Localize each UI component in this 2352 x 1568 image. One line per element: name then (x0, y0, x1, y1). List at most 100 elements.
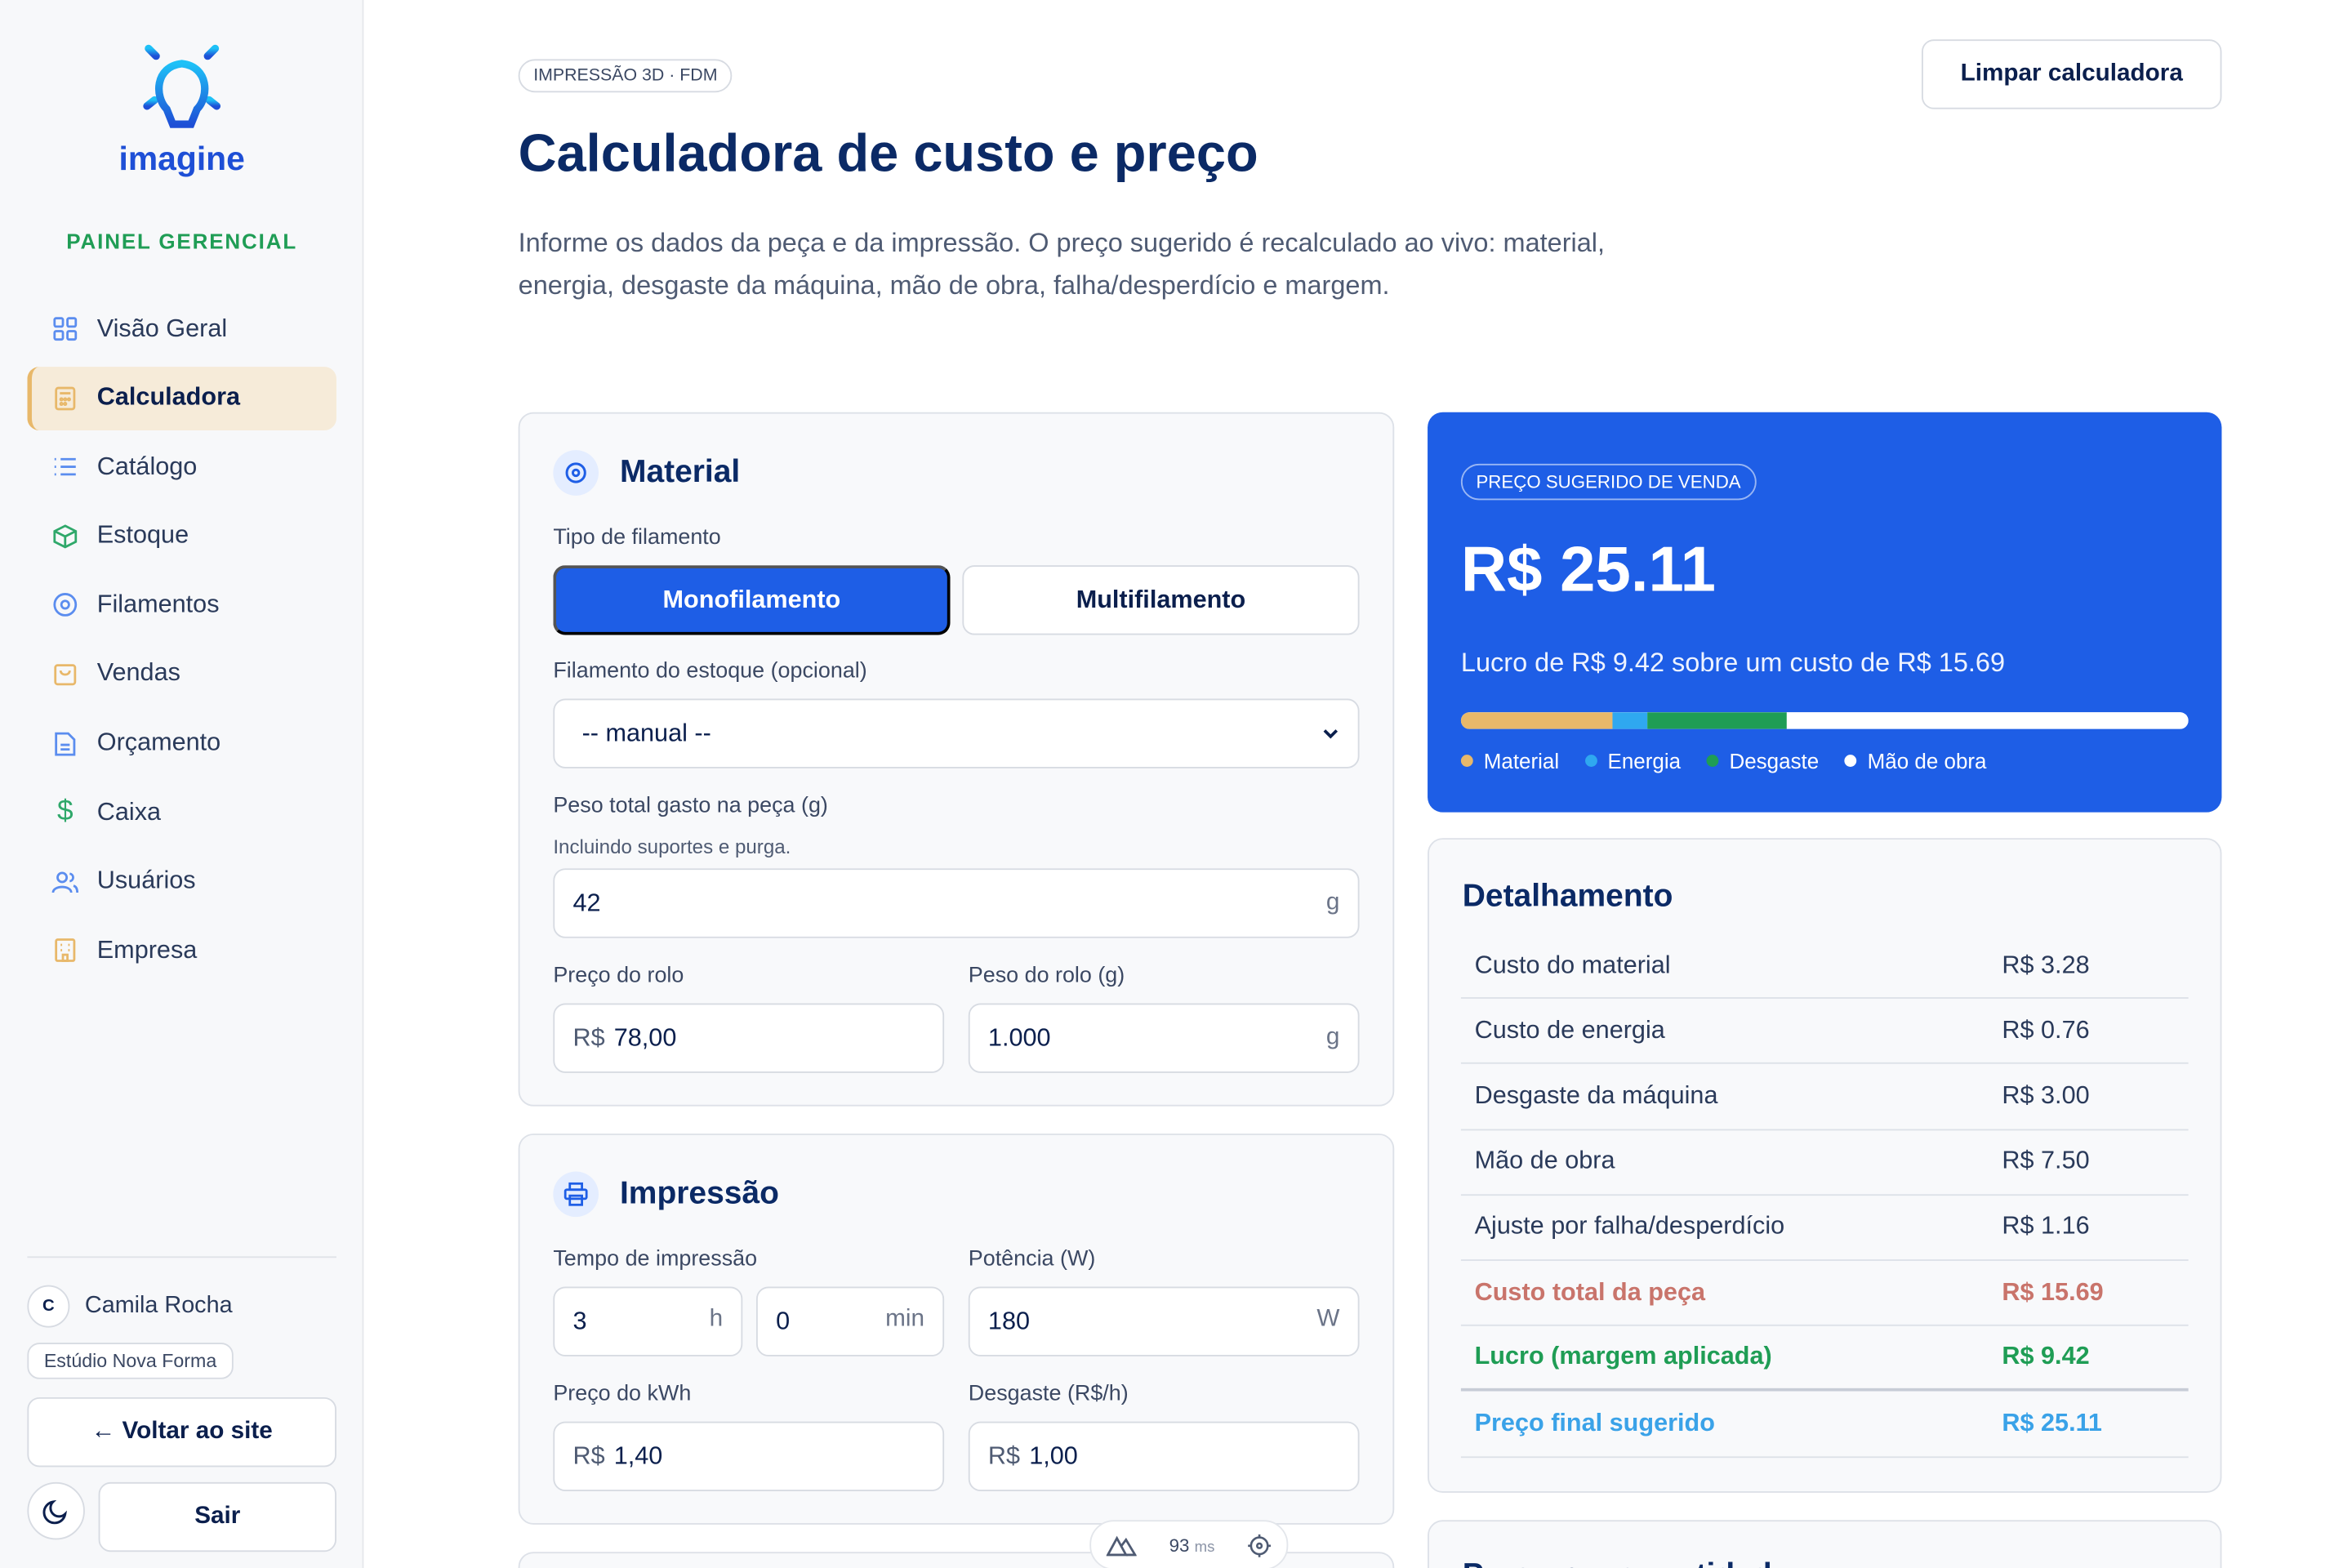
weight-unit: g (1325, 889, 1340, 915)
sidebar-item-catalogo[interactable]: Catálogo (27, 435, 336, 499)
page-title: Calculadora de custo e preço (518, 124, 1258, 184)
wear-input[interactable]: R$ 1,00 (968, 1421, 1360, 1492)
crosshair-icon[interactable] (1247, 1533, 1272, 1557)
legend-energia: Energia (1584, 749, 1681, 773)
app-root: imagine PAINEL GERENCIAL Visão Geral Cal… (0, 0, 2352, 1568)
roll-weight-value: 1.000 (987, 1023, 1051, 1051)
legend-material: Material (1460, 748, 1560, 773)
suggested-price-value: R$ 25.11 (1460, 533, 1716, 605)
quantity-price-card: Preço por quantidade (1428, 1520, 2222, 1568)
legend-dot (1460, 755, 1473, 767)
stock-filament-select[interactable]: -- manual -- (553, 698, 1360, 768)
sidebar-item-estoque[interactable]: Estoque (27, 505, 336, 568)
row-label: Ajuste por falha/desperdício (1474, 1213, 1785, 1241)
sidebar-item-orcamento[interactable]: Orçamento (27, 711, 336, 775)
print-minutes-input[interactable]: 0 min (755, 1286, 945, 1356)
sidebar-item-vendas[interactable]: Vendas (27, 643, 336, 706)
material-card-header: Material (553, 450, 740, 496)
sidebar-item-caixa[interactable]: $ Caixa (27, 781, 336, 844)
bar-segment (1460, 712, 1614, 729)
row-label: Custo total da peça (1474, 1278, 1706, 1306)
sidebar-item-empresa[interactable]: Empresa (27, 919, 336, 982)
legend-label: Desgaste (1729, 748, 1820, 773)
moon-icon (42, 1499, 67, 1525)
cost-legend: Material Energia Desgaste Mão de obra (1460, 748, 2012, 773)
print-time-label: Tempo de impressão (553, 1247, 758, 1272)
dev-toolbar[interactable]: 93 ms (1089, 1520, 1289, 1568)
roll-price-value: 78,00 (613, 1023, 677, 1051)
currency-prefix: R$ (987, 1441, 1021, 1470)
theme-toggle-button[interactable] (27, 1481, 85, 1540)
stock-filament-label: Filamento do estoque (opcional) (553, 659, 867, 684)
currency-prefix: R$ (572, 1023, 605, 1051)
row-value: R$ 3.00 (2002, 1081, 2090, 1110)
list-icon (51, 453, 78, 480)
kwh-price-input[interactable]: R$ 1,40 (553, 1421, 945, 1492)
shopping-bag-icon (51, 661, 78, 688)
row-value: R$ 15.69 (2002, 1278, 2104, 1306)
section-tag: IMPRESSÃO 3D · FDM (518, 59, 733, 93)
power-unit: W (1316, 1306, 1340, 1333)
printer-icon (553, 1171, 599, 1218)
legend-dot (1706, 755, 1719, 767)
breakdown-title: Detalhamento (1462, 879, 1673, 914)
table-row: Custo de energia R$ 0.76 (1460, 999, 2189, 1065)
row-value: R$ 25.11 (2002, 1409, 2102, 1437)
roll-weight-input[interactable]: 1.000 g (968, 1003, 1360, 1073)
print-hours-input[interactable]: 3 h (553, 1286, 743, 1356)
sidebar-item-label: Caixa (96, 798, 162, 826)
suggested-price-tag: PREÇO SUGERIDO DE VENDA (1460, 463, 1757, 501)
spool-icon (51, 591, 78, 618)
sidebar-item-calculadora[interactable]: Calculadora (27, 366, 336, 430)
clear-calculator-button[interactable]: Limpar calculadora (1922, 39, 2222, 109)
row-label: Lucro (margem aplicada) (1474, 1343, 1772, 1370)
row-value: R$ 0.76 (2002, 1016, 2090, 1045)
logout-button[interactable]: Sair (98, 1481, 336, 1552)
row-value: R$ 9.42 (2002, 1343, 2090, 1370)
sidebar-item-label: Empresa (96, 936, 198, 964)
user-name: Camila Rocha (84, 1292, 233, 1319)
sidebar-item-visao-geral[interactable]: Visão Geral (27, 297, 336, 361)
currency-prefix: R$ (572, 1441, 605, 1470)
filament-type-label: Tipo de filamento (553, 525, 721, 550)
roll-price-input[interactable]: R$ 78,00 (553, 1003, 945, 1073)
sidebar-item-label: Vendas (96, 660, 180, 688)
power-input[interactable]: 180 W (968, 1286, 1360, 1356)
mountain-logo-icon (1106, 1535, 1137, 1556)
sidebar-item-label: Filamentos (96, 590, 220, 618)
legend-dot (1844, 755, 1857, 767)
document-icon (51, 730, 78, 757)
row-label: Custo do material (1474, 951, 1671, 979)
material-card: Material Tipo de filamento Monofilamento… (518, 412, 1395, 1107)
wear-value: 1,00 (1029, 1441, 1078, 1470)
panel-label: PAINEL GERENCIAL (66, 229, 298, 253)
sidebar-item-filamentos[interactable]: Filamentos (27, 573, 336, 637)
roll-price-label: Preço do rolo (553, 964, 684, 988)
sidebar-item-usuarios[interactable]: Usuários (27, 850, 336, 914)
sidebar-item-label: Estoque (96, 521, 189, 550)
row-label: Desgaste da máquina (1474, 1081, 1718, 1110)
sidebar-divider (27, 1256, 336, 1258)
brand-logo[interactable]: imagine (106, 30, 258, 179)
cost-composition-bar (1460, 712, 2189, 729)
table-row: Mão de obra R$ 7.50 (1460, 1130, 2189, 1196)
table-row: Desgaste da máquina R$ 3.00 (1460, 1064, 2189, 1130)
back-to-site-button[interactable]: ← Voltar ao site (27, 1396, 336, 1468)
row-value: R$ 1.16 (2002, 1213, 2090, 1241)
monofilament-toggle[interactable]: Monofilamento (553, 565, 951, 635)
profit-row: Lucro (margem aplicada) R$ 9.42 (1460, 1326, 2189, 1392)
multifilament-toggle[interactable]: Multifilamento (962, 565, 1360, 635)
weight-input[interactable]: 42 g (553, 868, 1360, 938)
roll-weight-unit: g (1325, 1024, 1340, 1051)
sidebar-item-label: Calculadora (96, 383, 241, 412)
legend-mao-de-obra: Mão de obra (1844, 749, 1987, 773)
material-title: Material (619, 454, 741, 490)
calculator-icon (51, 385, 78, 412)
row-value: R$ 3.28 (2002, 951, 2090, 979)
sidebar-item-label: Visão Geral (96, 314, 228, 342)
minutes-value: 0 (776, 1307, 791, 1334)
building-icon (51, 937, 78, 964)
page-description: Informe os dados da peça e da impressão.… (518, 227, 1606, 300)
weight-hint: Incluindo suportes e purga. (553, 835, 791, 858)
legend-label: Material (1483, 748, 1560, 773)
